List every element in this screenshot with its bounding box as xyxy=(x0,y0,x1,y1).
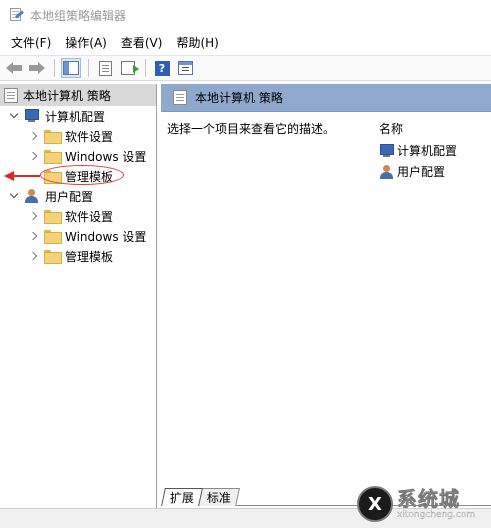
chevron-right-icon[interactable] xyxy=(28,210,40,222)
watermark-cn: 系统城 xyxy=(397,486,460,511)
menu-file[interactable]: 文件(F) xyxy=(4,32,58,53)
chevron-down-icon[interactable] xyxy=(8,110,20,122)
show-hide-tree-icon xyxy=(63,61,79,75)
result-pane: 本地计算机 策略 选择一个项目来查看它的描述。 名称 计算机配置 用户配置 扩展… xyxy=(161,84,491,528)
tree-item-label: 计算机配置 xyxy=(45,109,106,124)
forward-icon xyxy=(29,62,45,74)
help-icon: ? xyxy=(154,60,170,76)
export-list-icon xyxy=(121,61,139,75)
list-item-label: 计算机配置 xyxy=(397,144,458,158)
tab-standard[interactable]: 标准 xyxy=(198,488,240,506)
policy-icon xyxy=(173,90,187,105)
tree-item-user-config[interactable]: 用户配置 xyxy=(0,186,156,206)
result-pane-content: 选择一个项目来查看它的描述。 名称 计算机配置 用户配置 xyxy=(161,112,491,492)
chevron-right-icon[interactable] xyxy=(28,130,40,142)
toolbar-separator xyxy=(88,59,89,77)
user-icon xyxy=(379,164,395,179)
tree-item-computer-admin-templates[interactable]: 管理模板 xyxy=(0,165,156,186)
tree-root[interactable]: 本地计算机 策略 xyxy=(0,84,156,106)
tree-item-user-admin-templates[interactable]: 管理模板 xyxy=(0,246,156,266)
toolbar-separator xyxy=(54,59,55,77)
tree-item-computer-windows[interactable]: Windows 设置 xyxy=(0,146,156,166)
menu-action[interactable]: 操作(A) xyxy=(58,32,114,53)
show-hide-action-pane-button[interactable] xyxy=(175,58,195,78)
console-tree: 本地计算机 策略 计算机配置 软件设置 Windows 设置 管理模板 用户配置… xyxy=(0,84,157,528)
policy-editor-icon xyxy=(8,7,24,23)
properties-button[interactable] xyxy=(95,58,115,78)
result-pane-header: 本地计算机 策略 xyxy=(161,84,491,112)
tree-item-label: Windows 设置 xyxy=(65,229,147,244)
back-button[interactable] xyxy=(4,58,24,78)
result-pane-title: 本地计算机 策略 xyxy=(195,91,283,105)
help-button[interactable]: ? xyxy=(152,58,172,78)
folder-icon xyxy=(44,130,62,144)
tree-item-user-software[interactable]: 软件设置 xyxy=(0,206,156,226)
user-icon xyxy=(24,189,40,203)
tree-root-label: 本地计算机 策略 xyxy=(23,88,111,103)
list-item-user-config[interactable]: 用户配置 xyxy=(379,163,445,180)
policy-icon xyxy=(4,87,18,103)
toolbar: ? xyxy=(0,55,491,81)
watermark-en: xitongcheng.com xyxy=(397,509,475,520)
folder-icon xyxy=(44,150,62,164)
folder-icon xyxy=(44,250,62,264)
back-icon xyxy=(6,62,22,74)
window-title: 本地组策略编辑器 xyxy=(30,8,127,23)
export-list-button[interactable] xyxy=(118,58,139,78)
computer-icon xyxy=(24,109,40,123)
description-text: 选择一个项目来查看它的描述。 xyxy=(167,122,336,136)
toolbar-separator xyxy=(145,59,146,77)
forward-button[interactable] xyxy=(27,58,47,78)
title-bar: 本地组策略编辑器 xyxy=(0,0,491,30)
folder-icon xyxy=(44,210,62,224)
chevron-down-icon[interactable] xyxy=(8,190,20,202)
chevron-right-icon[interactable] xyxy=(28,150,40,162)
tree-item-label: 用户配置 xyxy=(45,189,94,204)
watermark-badge: X xyxy=(357,486,393,522)
tree-item-user-windows[interactable]: Windows 设置 xyxy=(0,226,156,246)
annotation-ellipse xyxy=(40,165,124,185)
menu-view[interactable]: 查看(V) xyxy=(114,32,170,53)
show-hide-tree-button[interactable] xyxy=(61,58,81,78)
tab-extended[interactable]: 扩展 xyxy=(161,488,203,506)
menu-bar: 文件(F) 操作(A) 查看(V) 帮助(H) xyxy=(0,30,491,54)
tree-item-label: 软件设置 xyxy=(65,209,114,224)
chevron-right-icon[interactable] xyxy=(28,230,40,242)
annotation-arrow xyxy=(4,171,40,181)
watermark-logo: X 系统城 xitongcheng.com xyxy=(357,482,487,526)
folder-icon xyxy=(44,230,62,244)
tree-item-label: Windows 设置 xyxy=(65,149,147,164)
properties-doc-icon xyxy=(98,60,112,76)
list-item-computer-config[interactable]: 计算机配置 xyxy=(379,142,457,159)
tree-item-computer-software[interactable]: 软件设置 xyxy=(0,126,156,146)
tree-item-label: 管理模板 xyxy=(65,249,114,264)
show-hide-action-pane-icon xyxy=(177,61,193,75)
tree-item-label: 软件设置 xyxy=(65,129,114,144)
tree-item-computer-config[interactable]: 计算机配置 xyxy=(0,106,156,126)
menu-help[interactable]: 帮助(H) xyxy=(169,32,225,53)
chevron-right-icon[interactable] xyxy=(28,250,40,262)
column-header-name[interactable]: 名称 xyxy=(379,120,403,137)
computer-icon xyxy=(379,143,395,158)
list-item-label: 用户配置 xyxy=(397,165,446,179)
